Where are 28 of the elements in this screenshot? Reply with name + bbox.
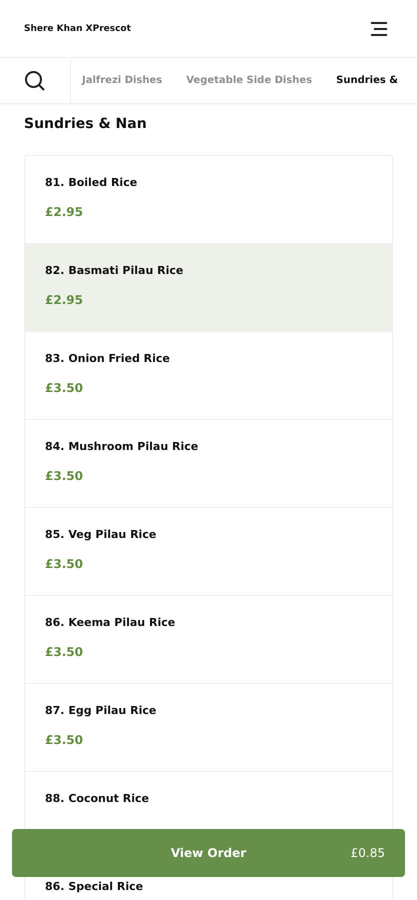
menu-item[interactable]: 85. Veg Pilau Rice £3.50 <box>25 508 392 596</box>
menu-item[interactable]: 86. Keema Pilau Rice £3.50 <box>25 596 392 684</box>
restaurant-name: Shere Khan XPrescot <box>24 24 131 34</box>
view-order-button[interactable]: View Order £0.85 <box>12 829 405 877</box>
item-price: £3.50 <box>45 733 84 747</box>
item-name: 88. Coconut Rice <box>45 792 150 805</box>
item-name: 86. Keema Pilau Rice <box>45 616 176 629</box>
item-name: 85. Veg Pilau Rice <box>45 528 158 541</box>
item-name: 86. Special Rice <box>45 880 144 893</box>
item-name: 82. Basmati Pilau Rice <box>45 264 184 277</box>
item-price: £2.95 <box>45 205 84 219</box>
menu-item[interactable]: 84. Mushroom Pilau Rice £3.50 <box>25 420 392 508</box>
section-heading: Sundries & Nan <box>24 116 148 134</box>
menu-icon[interactable] <box>370 22 388 36</box>
search-icon[interactable] <box>24 70 46 92</box>
item-price: £3.50 <box>45 381 84 395</box>
category-tab[interactable]: Sundries & <box>336 75 398 86</box>
menu-item[interactable]: 83. Onion Fried Rice £3.50 <box>25 332 392 420</box>
item-name: 83. Onion Fried Rice <box>45 352 171 365</box>
item-name: 84. Mushroom Pilau Rice <box>45 440 200 453</box>
menu-item[interactable]: 82. Basmati Pilau Rice £2.95 <box>25 244 392 332</box>
item-price: £2.95 <box>45 293 84 307</box>
item-price: £3.50 <box>45 557 84 571</box>
item-price: £3.50 <box>45 469 84 483</box>
menu-item[interactable]: 87. Egg Pilau Rice £3.50 <box>25 684 392 772</box>
item-name: 81. Boiled Rice <box>45 176 138 189</box>
item-price: £3.50 <box>45 645 84 659</box>
item-name: 87. Egg Pilau Rice <box>45 704 158 717</box>
